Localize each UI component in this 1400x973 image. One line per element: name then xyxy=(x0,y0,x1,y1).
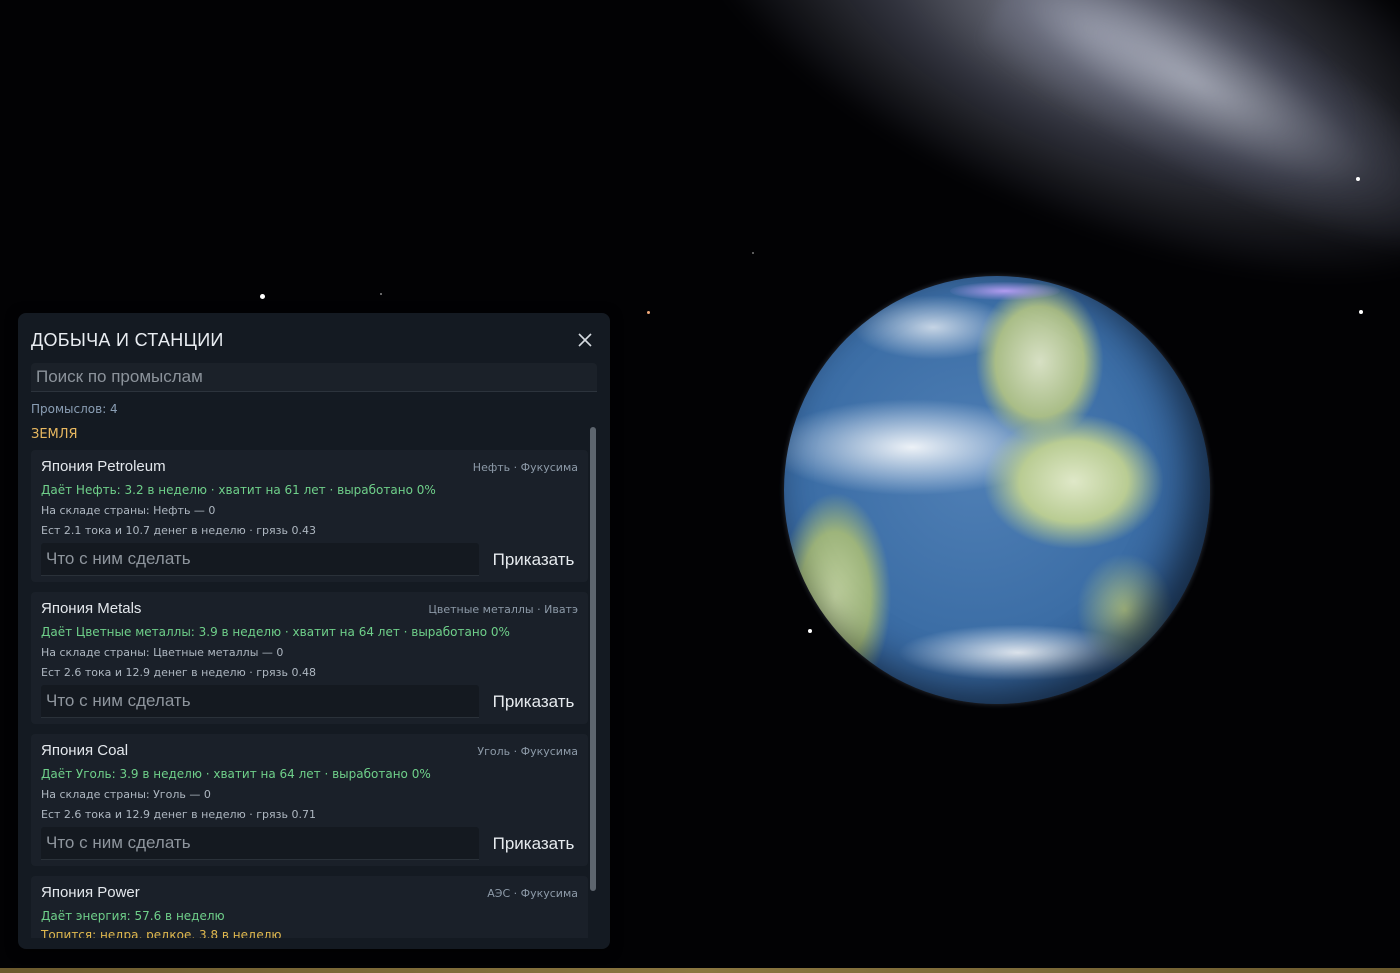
order-button[interactable]: Приказать xyxy=(486,829,581,859)
field-card: Япония Coal Уголь · Фукусима Даёт Уголь:… xyxy=(31,734,588,866)
field-title: Япония Power xyxy=(41,884,140,901)
field-output: Даёт энергия: 57.6 в неделю xyxy=(41,909,225,923)
field-consumption: Ест 2.1 тока и 10.7 денег в неделю · гря… xyxy=(41,524,316,537)
fields-list[interactable]: Япония Petroleum Нефть · Фукусима Даёт Н… xyxy=(31,450,588,938)
star xyxy=(752,252,754,254)
field-card: Япония Metals Цветные металлы · Иватэ Да… xyxy=(31,592,588,724)
close-icon xyxy=(578,333,592,347)
order-button[interactable]: Приказать xyxy=(486,687,581,717)
star xyxy=(647,311,650,314)
field-meta: Цветные металлы · Иватэ xyxy=(428,603,578,616)
extraction-panel: ДОБЫЧА И СТАНЦИИ Промыслов: 4 ЗЕМЛЯ Япон… xyxy=(18,313,610,949)
close-button[interactable] xyxy=(575,330,595,350)
list-scrollbar[interactable] xyxy=(590,427,596,891)
star xyxy=(380,293,382,295)
field-stock: На складе страны: Уголь — 0 xyxy=(41,788,211,801)
field-stock: На складе страны: Цветные металлы — 0 xyxy=(41,646,284,659)
panel-title: ДОБЫЧА И СТАНЦИИ xyxy=(31,330,224,350)
field-card: Япония Power АЭС · Фукусима Даёт энергия… xyxy=(31,876,588,938)
section-label-earth: ЗЕМЛЯ xyxy=(31,427,78,442)
field-fuel-warning: Топится: недра, редкое, 3.8 в неделю xyxy=(41,928,282,938)
field-card: Япония Petroleum Нефть · Фукусима Даёт Н… xyxy=(31,450,588,582)
order-input[interactable] xyxy=(41,685,479,718)
field-output: Даёт Цветные металлы: 3.9 в неделю · хва… xyxy=(41,625,510,639)
order-input[interactable] xyxy=(41,827,479,860)
field-meta: Нефть · Фукусима xyxy=(472,461,578,474)
field-stock: На складе страны: Нефть — 0 xyxy=(41,504,216,517)
star xyxy=(1356,177,1360,181)
fields-count: Промыслов: 4 xyxy=(31,402,118,416)
field-title: Япония Coal xyxy=(41,742,129,759)
search-input[interactable] xyxy=(31,363,597,392)
earth-globe[interactable] xyxy=(784,276,1210,704)
field-consumption: Ест 2.6 тока и 12.9 денег в неделю · гря… xyxy=(41,808,316,821)
polar-aurora xyxy=(950,282,1060,300)
field-output: Даёт Уголь: 3.9 в неделю · хватит на 64 … xyxy=(41,767,431,781)
field-meta: АЭС · Фукусима xyxy=(487,887,578,900)
field-consumption: Ест 2.6 тока и 12.9 денег в неделю · гря… xyxy=(41,666,316,679)
field-title: Япония Metals xyxy=(41,600,142,617)
bottom-status-bar xyxy=(0,968,1400,973)
star xyxy=(260,294,265,299)
field-title: Япония Petroleum xyxy=(41,458,166,475)
field-meta: Уголь · Фукусима xyxy=(477,745,578,758)
star xyxy=(1359,310,1363,314)
order-input[interactable] xyxy=(41,543,479,576)
star xyxy=(808,629,812,633)
order-button[interactable]: Приказать xyxy=(486,545,581,575)
field-output: Даёт Нефть: 3.2 в неделю · хватит на 61 … xyxy=(41,483,436,497)
